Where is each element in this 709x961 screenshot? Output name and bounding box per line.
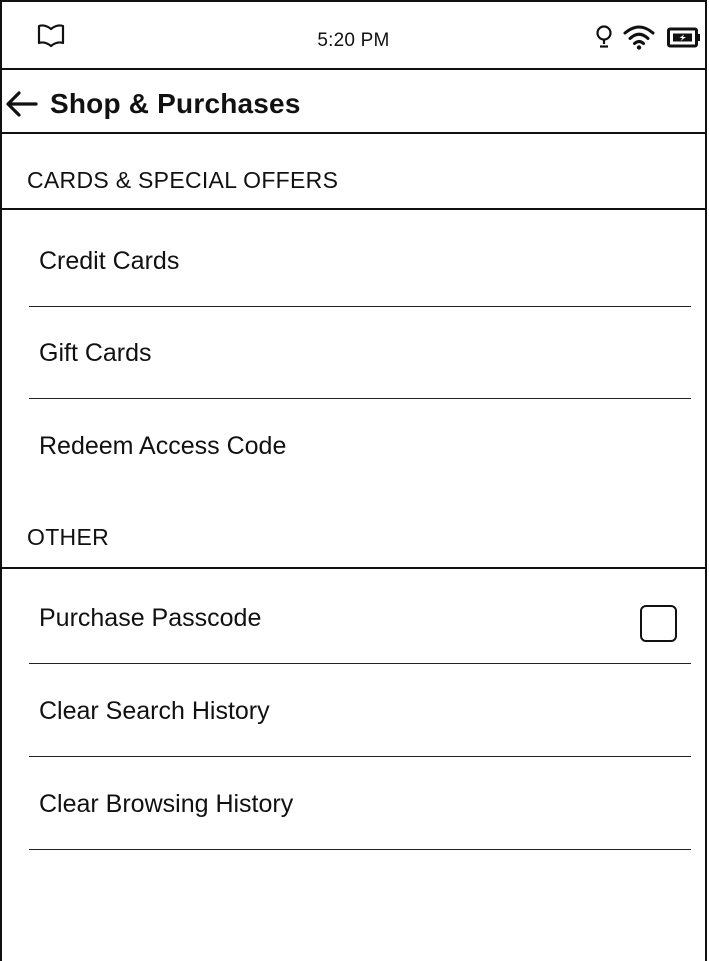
item-label: Redeem Access Code: [39, 432, 287, 460]
purchase-passcode-checkbox[interactable]: [640, 605, 677, 642]
battery-charging-icon[interactable]: [667, 27, 701, 49]
list-item-gift-cards[interactable]: Gift Cards: [29, 308, 691, 399]
back-arrow-icon[interactable]: [4, 90, 40, 118]
page-title: Shop & Purchases: [50, 88, 301, 119]
list-item-purchase-passcode[interactable]: Purchase Passcode: [29, 573, 691, 664]
device-screen: 5:20 PM Shop & Purchases CARDS & SPECIAL…: [0, 0, 707, 961]
item-label: Purchase Passcode: [39, 604, 262, 632]
page-header: Shop & Purchases: [2, 70, 705, 134]
list-item-credit-cards[interactable]: Credit Cards: [29, 216, 691, 307]
item-label: Credit Cards: [39, 247, 180, 275]
status-bar: 5:20 PM: [2, 2, 705, 70]
list-item-clear-search-history[interactable]: Clear Search History: [29, 666, 691, 757]
wifi-icon[interactable]: [622, 23, 656, 51]
lightbulb-icon[interactable]: [594, 24, 614, 52]
list-item-clear-browsing-history[interactable]: Clear Browsing History: [29, 759, 691, 850]
section-header-cards-offers: CARDS & SPECIAL OFFERS: [2, 148, 705, 210]
item-label: Clear Browsing History: [39, 790, 294, 818]
item-label: Clear Search History: [39, 697, 270, 725]
section-title: CARDS & SPECIAL OFFERS: [27, 167, 339, 193]
section-header-other: OTHER: [2, 507, 705, 569]
section-title: OTHER: [27, 524, 109, 550]
item-label: Gift Cards: [39, 339, 152, 367]
list-item-redeem-access-code[interactable]: Redeem Access Code: [29, 401, 691, 491]
